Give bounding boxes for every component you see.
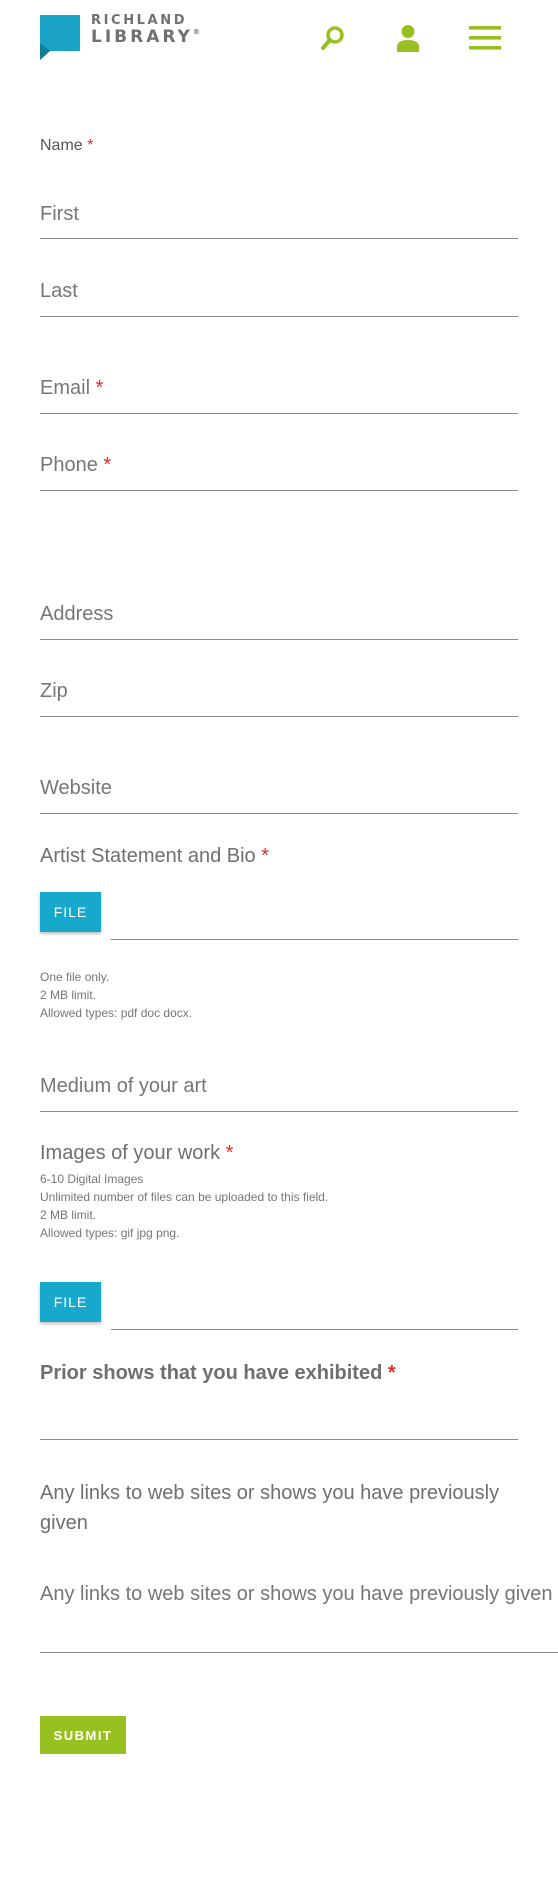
website-field[interactable]: Website [40,772,518,814]
images-help: 6-10 Digital Images Unlimited number of … [40,1172,329,1240]
images-file-field[interactable] [111,1329,518,1330]
search-icon[interactable] [313,20,353,56]
images-file-button[interactable]: FILE [40,1282,101,1322]
last-name-placeholder: Last [40,280,78,302]
address-field[interactable]: Address [40,598,518,640]
phone-placeholder: Phone * [40,454,112,476]
submit-button[interactable]: SUBMIT [40,1716,126,1754]
links-placeholder: Any links to web sites or shows you have… [40,1583,553,1605]
zip-placeholder: Zip [40,680,68,702]
logo-line-2: LIBRARY® [91,27,200,47]
links-field[interactable]: Any links to web sites or shows you have… [40,1575,558,1653]
medium-field[interactable]: Medium of your art [40,1070,518,1112]
artist-statement-label: Artist Statement and Bio * [40,845,270,867]
prior-shows-field[interactable] [40,1395,518,1440]
first-name-placeholder: First [40,203,79,225]
artist-statement-help: One file only. 2 MB limit. Allowed types… [40,970,193,1020]
medium-placeholder: Medium of your art [40,1075,207,1097]
user-icon[interactable] [388,20,428,56]
last-name-field[interactable]: Last [40,275,518,317]
menu-icon[interactable] [465,20,505,56]
artist-statement-file-field[interactable] [111,939,518,940]
zip-field[interactable]: Zip [40,675,518,717]
address-placeholder: Address [40,603,114,625]
artist-statement-file-button[interactable]: FILE [40,892,101,932]
richland-library-logo-icon[interactable] [40,15,80,60]
first-name-field[interactable]: First [40,198,518,239]
email-field[interactable]: Email * [40,372,518,414]
name-label: Name * [40,137,94,154]
prior-shows-label: Prior shows that you have exhibited * [40,1362,396,1384]
email-placeholder: Email * [40,377,104,399]
logo-line-1: RICHLAND [91,13,188,28]
logo-wordmark[interactable]: RICHLAND LIBRARY® [91,14,200,46]
images-label: Images of your work * [40,1142,234,1164]
phone-field[interactable]: Phone * [40,449,518,491]
site-header: RICHLAND LIBRARY® [0,0,558,80]
links-label: Any links to web sites or shows you have… [40,1482,500,1534]
website-placeholder: Website [40,777,112,799]
